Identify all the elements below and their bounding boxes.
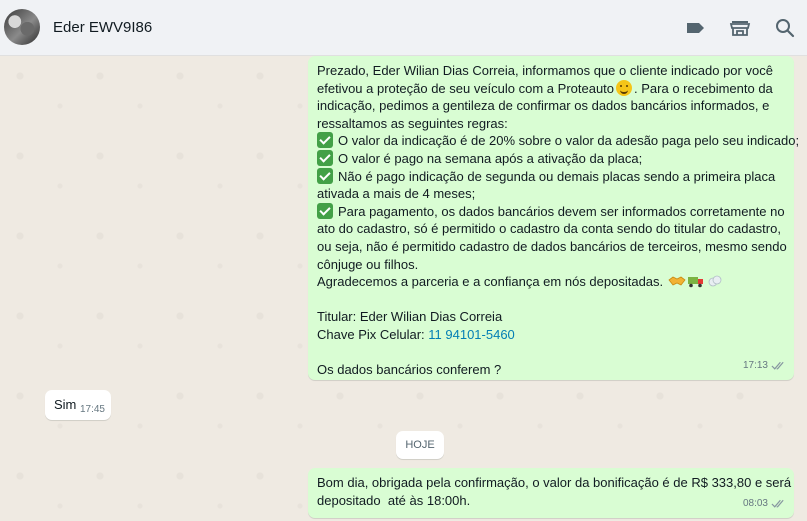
rule-item: Não é pago indicação de segunda ou demai…	[317, 167, 784, 186]
chat-area[interactable]: Prezado, Eder Wilian Dias Correia, infor…	[0, 56, 807, 521]
avatar[interactable]	[4, 9, 40, 45]
message-text: Chave Pix Celular: 11 94101-5460	[317, 326, 515, 342]
rule-item: O valor da indicação é de 20% sobre o va…	[317, 132, 799, 150]
rule-item: O valor é pago na semana após a ativação…	[317, 149, 784, 168]
day-divider: HOJE	[396, 431, 444, 459]
message-text: Bom dia, obrigada pela confirmação, o va…	[317, 475, 792, 490]
message-time: 17:45	[79, 404, 105, 415]
message-text: depositado até às 18:00h.	[317, 492, 471, 508]
double-check-read-icon	[771, 500, 784, 508]
message-text: indicação, pedimos a gentileza de confir…	[317, 98, 770, 114]
smiley-emoji-icon	[616, 79, 633, 96]
check-mark-emoji-icon	[317, 149, 333, 166]
double-check-read-icon	[771, 362, 784, 370]
label-icon[interactable]	[684, 16, 708, 40]
search-icon[interactable]	[773, 16, 797, 40]
chat-header: Eder EWV9I86	[0, 0, 807, 56]
handshake-emoji-icon	[668, 274, 686, 288]
message-text: Os dados bancários conferem ?	[317, 362, 502, 378]
check-mark-emoji-icon	[317, 132, 333, 149]
message-text: ato do cadastro, só é permitido o cadast…	[317, 221, 781, 237]
message-text: Agradecemos a parceria e a confiança em …	[317, 273, 784, 291]
dash-cloud-emoji-icon	[706, 274, 724, 288]
phone-number-link[interactable]: 11 94101-5460	[428, 327, 515, 342]
message-text: Titular: Eder Wilian Dias Correia	[317, 309, 503, 325]
message-text: efetivou a proteção de seu veículo com a…	[317, 79, 773, 96]
truck-emoji-icon	[687, 274, 705, 288]
store-icon[interactable]	[728, 16, 752, 40]
message-meta: 17:13	[743, 357, 786, 375]
message-text: Prezado, Eder Wilian Dias Correia, infor…	[317, 63, 773, 78]
check-mark-emoji-icon	[317, 167, 333, 184]
message-meta: 08:03	[743, 495, 786, 513]
message-time: 08:03	[742, 498, 768, 510]
message-text: ativada a mais de 4 meses;	[317, 186, 476, 202]
message-bubble-outgoing[interactable]: Bom dia, obrigada pela confirmação, o va…	[308, 468, 794, 518]
check-mark-emoji-icon	[317, 202, 333, 219]
contact-name[interactable]: Eder EWV9I86	[53, 19, 152, 36]
message-text: ressaltamos as seguintes regras:	[317, 115, 508, 131]
message-text: ou seja, não é permitido cadastro de dad…	[317, 238, 787, 254]
message-bubble-incoming[interactable]: Sim 17:45	[45, 390, 111, 420]
message-bubble-outgoing[interactable]: Prezado, Eder Wilian Dias Correia, infor…	[308, 56, 799, 380]
message-time: 17:13	[742, 360, 768, 372]
message-text: cônjuge ou filhos.	[317, 256, 419, 272]
message-text: Sim	[54, 397, 77, 412]
rule-item: Para pagamento, os dados bancários devem…	[317, 202, 785, 221]
